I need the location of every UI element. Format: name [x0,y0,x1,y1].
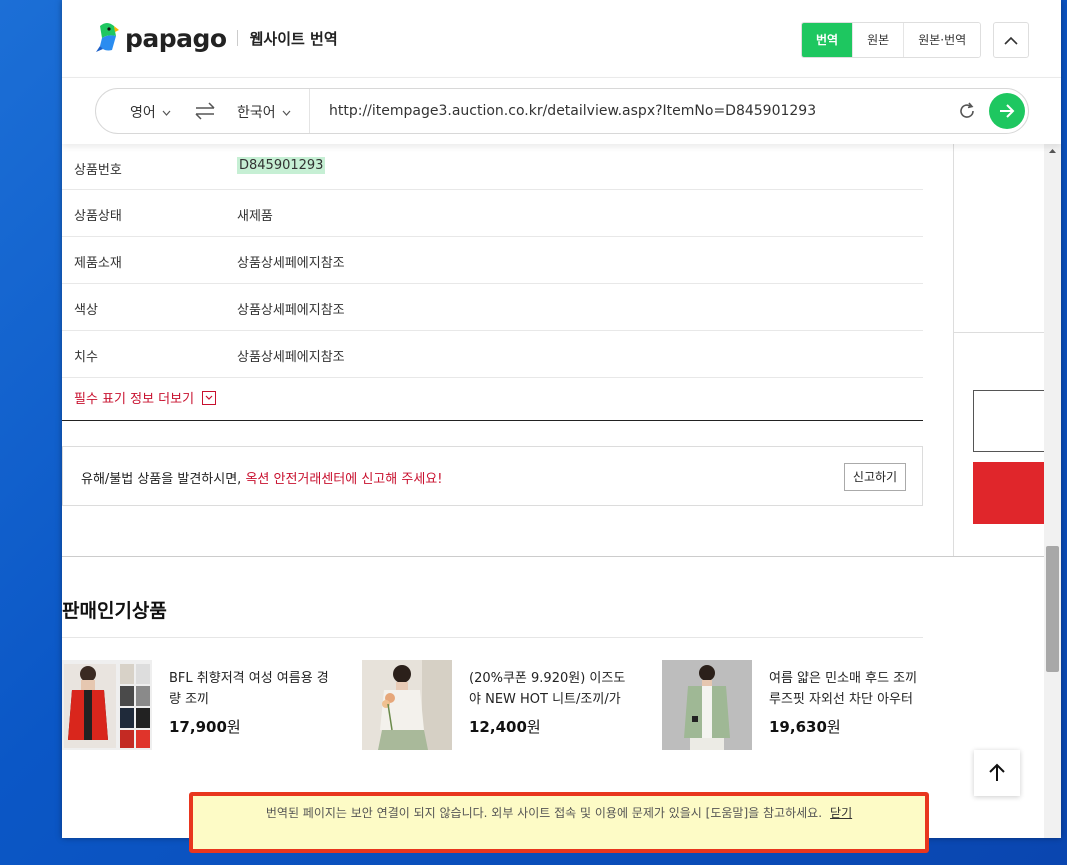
product-card[interactable]: BFL 취향저격 여성 여름용 경량 조끼 17,900원 [62,660,352,752]
price-unit: 원 [226,718,241,736]
translate-go-button[interactable] [989,93,1025,129]
page-scrollbar[interactable] [1044,144,1061,838]
spec-label: 치수 [74,350,98,365]
refresh-icon[interactable] [957,101,977,121]
translate-bar: 영어 한국어 http://itempage3.auction.co.kr/de… [62,78,1061,144]
divider [62,637,923,638]
spec-label: 색상 [74,303,98,318]
price-unit: 원 [526,718,541,736]
url-divider [309,89,310,133]
product-card[interactable]: 여름 얇은 민소매 후드 조끼 루즈핏 자외선 차단 아우터 19,630원 [662,660,952,752]
logo-text: papago [125,23,227,53]
product-image[interactable] [62,660,152,750]
price-unit: 원 [826,718,841,736]
report-button[interactable]: 신고하기 [844,463,906,491]
table-row: 색상 상품상세페에지참조 [62,284,923,331]
more-info-link[interactable]: 필수 표기 정보 더보기 [74,388,217,407]
chevron-down-icon [282,110,291,116]
more-info-label: 필수 표기 정보 더보기 [74,392,195,407]
price-value: 12,400 [469,718,527,736]
price-value: 19,630 [769,718,827,736]
browser-window: papago 웹사이트 번역 번역 원본 원본·번역 영어 한국어 http:/… [62,0,1061,838]
side-white-button[interactable] [973,390,1045,452]
spec-label: 상품번호 [74,163,122,178]
price-value: 17,900 [169,718,227,736]
chevron-up-icon [1004,36,1018,45]
spec-value: D845901293 [237,157,326,174]
notice-content: 번역된 페이지는 보안 연결이 되지 않습니다. 외부 사이트 접속 및 이용에… [193,804,925,821]
arrow-right-icon [1000,104,1015,118]
product-info-table: 상품번호 D845901293 상품상태 새제품 제품소재 상품상세페에지참조 … [62,144,923,378]
source-language-label: 영어 [130,105,156,121]
scrollbar-thumb[interactable] [1046,546,1059,672]
product-name[interactable]: 여름 얇은 민소매 후드 조끼 루즈핏 자외선 차단 아우터 [769,668,929,710]
security-notice-banner: 번역된 페이지는 보안 연결이 되지 않습니다. 외부 사이트 접속 및 이용에… [189,792,929,853]
popular-products-title: 판매인기상품 [62,600,167,622]
right-column-border [953,144,954,556]
side-red-button[interactable] [973,462,1045,524]
mode-original-button[interactable]: 원본 [852,23,904,57]
source-language-select[interactable]: 영어 [130,102,171,122]
table-row: 치수 상품상세페에지참조 [62,331,923,378]
mode-translated-button[interactable]: 번역 [802,23,853,57]
table-row: 제품소재 상품상세페에지참조 [62,237,923,284]
section-divider [62,556,1044,557]
spec-value: 상품상세페에지참조 [237,303,345,318]
report-message: 유해/불법 상품을 발견하시면, [81,472,246,487]
arrow-up-icon [989,763,1005,781]
divider [62,420,923,421]
product-name[interactable]: (20%쿠폰 9.920원) 이즈도야 NEW HOT 니트/조끼/가 [469,668,629,710]
papago-bird-icon [94,22,120,54]
report-link[interactable]: 옥션 안전거래센터에 신고해 주세요! [245,472,442,487]
product-name[interactable]: BFL 취향저격 여성 여름용 경량 조끼 [169,668,329,710]
papago-logo[interactable]: papago 웹사이트 번역 [94,22,338,54]
chevron-down-icon [162,110,171,116]
notice-close-link[interactable]: 닫기 [830,806,852,820]
product-price: 17,900원 [169,716,241,737]
table-row: 상품번호 D845901293 [62,144,923,190]
product-image[interactable] [662,660,752,750]
logo-divider [236,30,238,46]
scroll-up-arrow-icon[interactable] [1044,144,1061,158]
product-card[interactable]: (20%쿠폰 9.920원) 이즈도야 NEW HOT 니트/조끼/가 12,4… [362,660,652,752]
product-price: 12,400원 [469,716,541,737]
spec-value: 상품상세페에지참조 [237,256,345,271]
swap-languages-icon[interactable] [194,101,216,121]
translated-page-content: 상품번호 D845901293 상품상태 새제품 제품소재 상품상세페에지참조 … [62,144,1061,838]
chevron-down-icon [202,390,217,405]
view-mode-toggle: 번역 원본 원본·번역 [801,22,982,58]
table-row: 상품상태 새제품 [62,190,923,237]
spec-value: 상품상세페에지참조 [237,350,345,365]
spec-label: 상품상태 [74,209,122,224]
spec-value: 새제품 [237,209,273,224]
report-box: 유해/불법 상품을 발견하시면, 옥션 안전거래센터에 신고해 주세요! 신고하… [62,446,923,506]
target-language-label: 한국어 [237,105,276,121]
url-bar: 영어 한국어 http://itempage3.auction.co.kr/de… [95,88,1029,134]
product-image[interactable] [362,660,452,750]
collapse-header-button[interactable] [993,22,1029,58]
papago-header: papago 웹사이트 번역 번역 원본 원본·번역 [62,0,1061,78]
mode-side-by-side-button[interactable]: 원본·번역 [903,23,981,57]
url-input[interactable]: http://itempage3.auction.co.kr/detailvie… [329,103,816,119]
product-price: 19,630원 [769,716,841,737]
spec-label: 제품소재 [74,256,122,271]
scroll-to-top-button[interactable] [974,750,1020,796]
report-text: 유해/불법 상품을 발견하시면, 옥션 안전거래센터에 신고해 주세요! [81,468,442,487]
page-subtitle: 웹사이트 번역 [249,29,338,48]
notice-text: 번역된 페이지는 보안 연결이 되지 않습니다. 외부 사이트 접속 및 이용에… [265,806,823,820]
target-language-select[interactable]: 한국어 [237,102,291,122]
